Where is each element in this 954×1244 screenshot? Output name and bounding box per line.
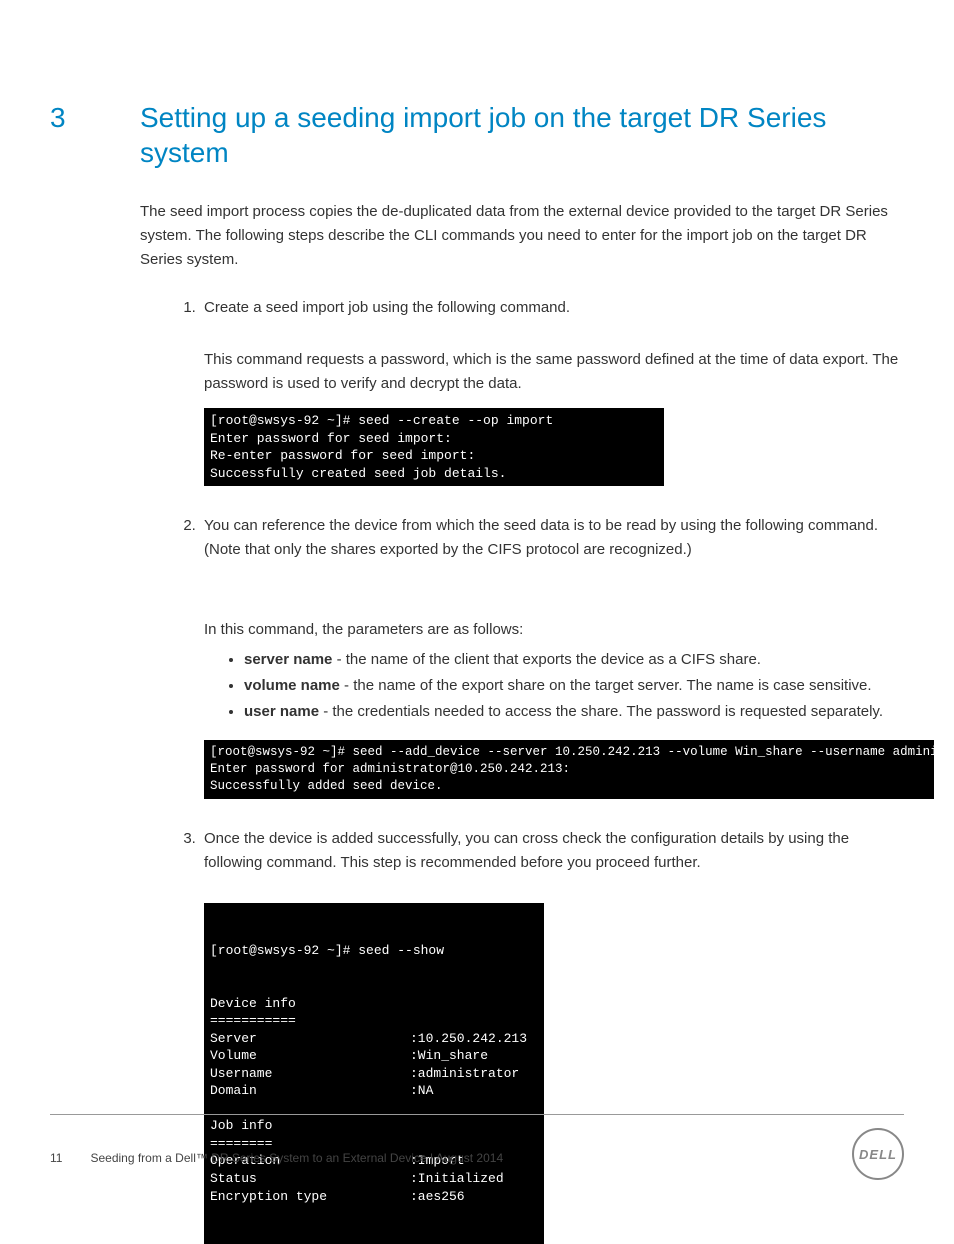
footer-doc-title: Seeding from a Dell™ DR Series System to… <box>90 1151 503 1165</box>
terminal-labels: Device info =========== Server Volume Us… <box>210 995 410 1206</box>
param-name: volume name <box>244 677 340 694</box>
step-desc: This command requests a password, which … <box>204 348 904 396</box>
terminal-output: [root@swsys-92 ~]# seed --add_device --s… <box>204 740 934 799</box>
step-3: Once the device is added successfully, y… <box>200 827 904 1244</box>
param-name: server name <box>244 651 332 668</box>
terminal-output: [root@swsys-92 ~]# seed --create --op im… <box>204 408 664 486</box>
steps-list: Create a seed import job using the follo… <box>140 296 904 1244</box>
section-heading-row: 3 Setting up a seeding import job on the… <box>50 100 904 170</box>
section-title: Setting up a seeding import job on the t… <box>140 100 904 170</box>
step-2: You can reference the device from which … <box>200 514 904 799</box>
param-name: user name <box>244 703 319 720</box>
footer-divider <box>50 1114 904 1115</box>
content-body: The seed import process copies the de-du… <box>140 200 904 1244</box>
step-lead: Once the device is added successfully, y… <box>204 830 849 871</box>
logo-text: DELL <box>859 1147 897 1162</box>
page-footer: 11 Seeding from a Dell™ DR Series System… <box>50 1151 503 1165</box>
dell-logo-icon: DELL <box>852 1128 904 1180</box>
param-intro: In this command, the parameters are as f… <box>204 618 904 642</box>
param-item: server name - the name of the client tha… <box>244 648 904 672</box>
param-desc: - the name of the export share on the ta… <box>340 677 872 694</box>
terminal-output: [root@swsys-92 ~]# seed --show Device in… <box>204 903 544 1244</box>
param-list: server name - the name of the client tha… <box>204 648 904 724</box>
terminal-values: :10.250.242.213 :Win_share :administrato… <box>410 995 538 1206</box>
step-lead: Create a seed import job using the follo… <box>204 299 570 316</box>
intro-paragraph: The seed import process copies the de-du… <box>140 200 904 272</box>
param-item: volume name - the name of the export sha… <box>244 674 904 698</box>
step-1: Create a seed import job using the follo… <box>200 296 904 486</box>
section-number: 3 <box>50 100 140 135</box>
param-desc: - the name of the client that exports th… <box>332 651 761 668</box>
page-number: 11 <box>50 1151 62 1165</box>
step-lead: You can reference the device from which … <box>204 517 878 558</box>
param-desc: - the credentials needed to access the s… <box>319 703 883 720</box>
terminal-head: [root@swsys-92 ~]# seed --show <box>210 942 538 960</box>
param-item: user name - the credentials needed to ac… <box>244 700 904 724</box>
document-page: 3 Setting up a seeding import job on the… <box>0 0 954 1235</box>
